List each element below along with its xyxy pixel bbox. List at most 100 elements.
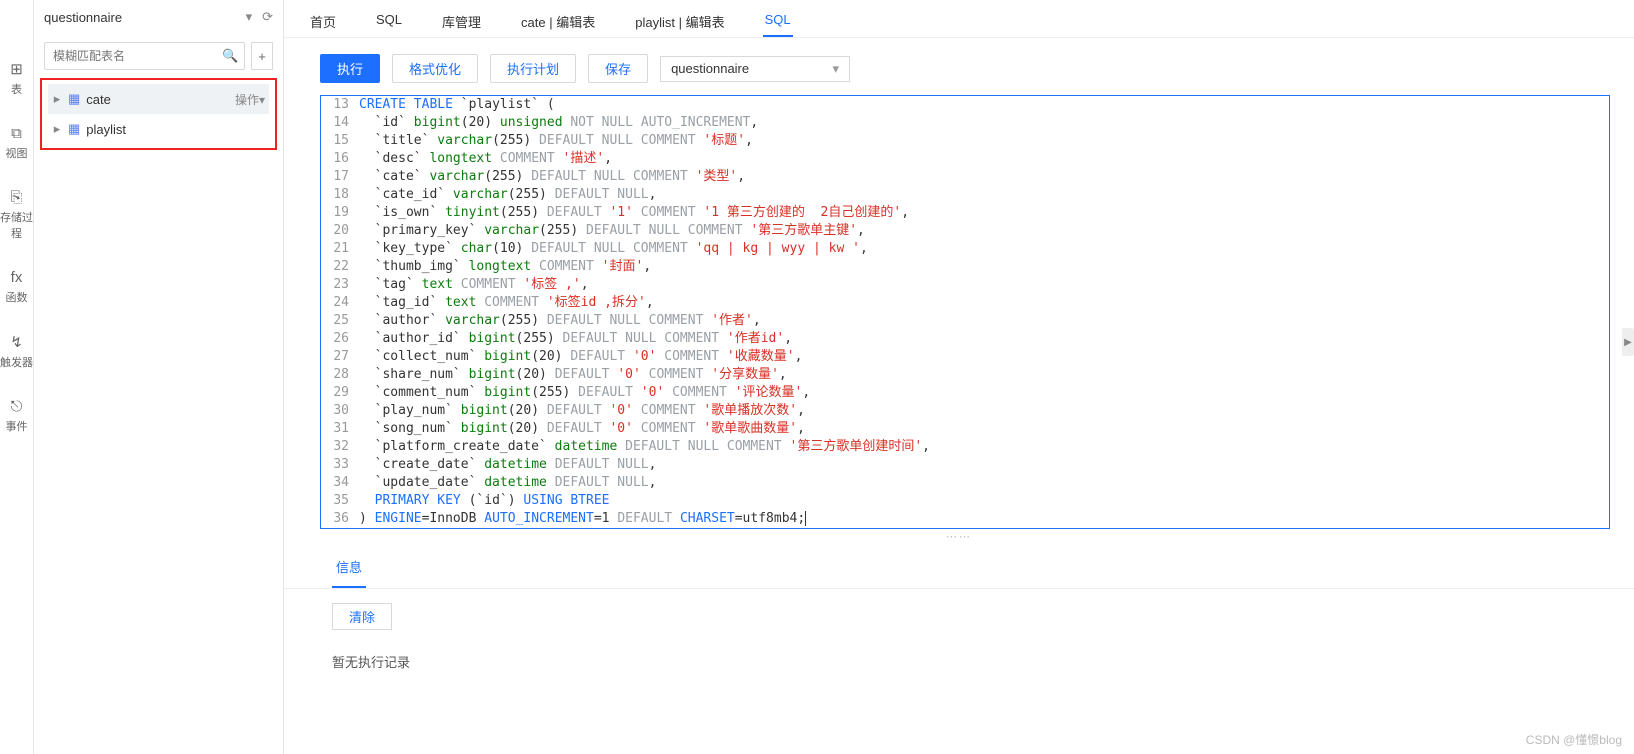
line-number: 36 bbox=[321, 510, 359, 528]
tab-5[interactable]: SQL bbox=[763, 8, 793, 37]
tree-row-label: cate bbox=[86, 92, 111, 107]
line-number: 17 bbox=[321, 168, 359, 186]
tab-0[interactable]: 首页 bbox=[308, 8, 338, 37]
format-button[interactable]: 格式优化 bbox=[392, 54, 478, 83]
line-number: 15 bbox=[321, 132, 359, 150]
code-line[interactable]: `desc` longtext COMMENT '描述', bbox=[359, 150, 612, 168]
code-line[interactable]: `title` varchar(255) DEFAULT NULL COMMEN… bbox=[359, 132, 753, 150]
rail-item-3[interactable]: fx 函数 bbox=[6, 269, 28, 305]
line-number: 29 bbox=[321, 384, 359, 402]
chevron-down-icon: ▾ bbox=[833, 61, 840, 77]
table-icon: ▦ bbox=[68, 121, 80, 137]
line-number: 28 bbox=[321, 366, 359, 384]
code-line[interactable]: `author` varchar(255) DEFAULT NULL COMME… bbox=[359, 312, 761, 330]
dropdown-icon[interactable]: ▾ bbox=[246, 9, 253, 25]
code-line[interactable]: `is_own` tinyint(255) DEFAULT '1' COMMEN… bbox=[359, 204, 909, 222]
left-rail: ⊞表 ⧉视图 ⎘ 存储过程 fx 函数 ↯触发器 ⎋事件 bbox=[0, 0, 34, 754]
resize-handle[interactable]: ⋯⋯ bbox=[284, 529, 1634, 543]
chevron-right-icon: ▸ bbox=[52, 91, 62, 107]
sql-editor[interactable]: 13CREATE TABLE `playlist` (14 `id` bigin… bbox=[320, 95, 1610, 529]
rail-label: 函数 bbox=[6, 289, 28, 305]
rail-icon: fx bbox=[11, 269, 23, 286]
code-line[interactable]: `song_num` bigint(20) DEFAULT '0' COMMEN… bbox=[359, 420, 805, 438]
rail-icon: ⎘ bbox=[10, 189, 22, 206]
rail-label: 表 bbox=[11, 81, 22, 97]
tab-3[interactable]: cate | 编辑表 bbox=[519, 8, 597, 37]
database-select-value: questionnaire bbox=[671, 61, 749, 76]
search-input[interactable] bbox=[45, 49, 216, 63]
line-number: 25 bbox=[321, 312, 359, 330]
line-number: 14 bbox=[321, 114, 359, 132]
rail-label: 事件 bbox=[6, 418, 28, 434]
code-line[interactable]: `play_num` bigint(20) DEFAULT '0' COMMEN… bbox=[359, 402, 805, 420]
result-tabs: 信息 bbox=[284, 543, 1634, 589]
code-line[interactable]: `author_id` bigint(255) DEFAULT NULL COM… bbox=[359, 330, 792, 348]
code-line[interactable]: `share_num` bigint(20) DEFAULT '0' COMME… bbox=[359, 366, 787, 384]
explain-button[interactable]: 执行计划 bbox=[490, 54, 576, 83]
code-line[interactable]: PRIMARY KEY (`id`) USING BTREE bbox=[359, 492, 610, 510]
code-line[interactable]: `platform_create_date` datetime DEFAULT … bbox=[359, 438, 930, 456]
line-number: 22 bbox=[321, 258, 359, 276]
line-number: 27 bbox=[321, 348, 359, 366]
code-line[interactable]: `tag` text COMMENT '标签 ,', bbox=[359, 276, 589, 294]
line-number: 33 bbox=[321, 456, 359, 474]
refresh-icon[interactable]: ⟳ bbox=[262, 9, 273, 25]
search-icon[interactable]: 🔍 bbox=[216, 48, 244, 64]
toolbar: 执行 格式优化 执行计划 保存 questionnaire ▾ bbox=[284, 38, 1634, 95]
line-number: 31 bbox=[321, 420, 359, 438]
tab-4[interactable]: playlist | 编辑表 bbox=[633, 8, 726, 37]
sidebar-header: questionnaire ▾ ⟳ bbox=[34, 0, 283, 34]
rail-item-4[interactable]: ↯触发器 bbox=[0, 333, 33, 370]
code-line[interactable]: `tag_id` text COMMENT '标签id ,拆分', bbox=[359, 294, 654, 312]
line-number: 30 bbox=[321, 402, 359, 420]
code-line[interactable]: `key_type` char(10) DEFAULT NULL COMMENT… bbox=[359, 240, 868, 258]
tree-row-label: playlist bbox=[86, 122, 126, 137]
rail-item-1[interactable]: ⧉视图 bbox=[6, 125, 28, 161]
line-number: 32 bbox=[321, 438, 359, 456]
database-select[interactable]: questionnaire ▾ bbox=[660, 56, 850, 82]
line-number: 18 bbox=[321, 186, 359, 204]
add-table-button[interactable]: + bbox=[251, 42, 273, 70]
code-line[interactable]: `create_date` datetime DEFAULT NULL, bbox=[359, 456, 656, 474]
rail-label: 存储过程 bbox=[0, 209, 33, 241]
rail-item-5[interactable]: ⎋事件 bbox=[6, 398, 28, 434]
tree-row-playlist[interactable]: ▸ ▦ playlist bbox=[48, 114, 269, 144]
code-line[interactable]: `id` bigint(20) unsigned NOT NULL AUTO_I… bbox=[359, 114, 758, 132]
run-button[interactable]: 执行 bbox=[320, 54, 380, 83]
tab-2[interactable]: 库管理 bbox=[440, 8, 483, 37]
code-line[interactable]: ) ENGINE=InnoDB AUTO_INCREMENT=1 DEFAULT… bbox=[359, 510, 806, 528]
empty-state: 暂无执行记录 bbox=[332, 652, 1594, 671]
tree-row-cate[interactable]: ▸ ▦ cate 操作▾ bbox=[48, 84, 269, 114]
rail-item-2[interactable]: ⎘ 存储过程 bbox=[0, 189, 33, 241]
tree-op-label[interactable]: 操作▾ bbox=[235, 91, 265, 108]
sidebar-search: 🔍 bbox=[44, 42, 245, 70]
code-line[interactable]: `update_date` datetime DEFAULT NULL, bbox=[359, 474, 656, 492]
tab-1[interactable]: SQL bbox=[374, 8, 404, 37]
scroll-right-button[interactable]: ▶ bbox=[1622, 328, 1634, 356]
line-number: 34 bbox=[321, 474, 359, 492]
line-number: 21 bbox=[321, 240, 359, 258]
result-tab-info[interactable]: 信息 bbox=[332, 553, 366, 588]
code-line[interactable]: `comment_num` bigint(255) DEFAULT '0' CO… bbox=[359, 384, 810, 402]
line-number: 19 bbox=[321, 204, 359, 222]
table-icon: ▦ bbox=[68, 91, 80, 107]
code-line[interactable]: CREATE TABLE `playlist` ( bbox=[359, 96, 555, 114]
code-line[interactable]: `cate_id` varchar(255) DEFAULT NULL, bbox=[359, 186, 656, 204]
save-button[interactable]: 保存 bbox=[588, 54, 648, 83]
line-number: 26 bbox=[321, 330, 359, 348]
code-line[interactable]: `primary_key` varchar(255) DEFAULT NULL … bbox=[359, 222, 865, 240]
line-number: 23 bbox=[321, 276, 359, 294]
line-number: 20 bbox=[321, 222, 359, 240]
sidebar-title: questionnaire bbox=[44, 10, 122, 25]
line-number: 13 bbox=[321, 96, 359, 114]
rail-item-0[interactable]: ⊞表 bbox=[10, 60, 23, 97]
code-line[interactable]: `cate` varchar(255) DEFAULT NULL COMMENT… bbox=[359, 168, 745, 186]
line-number: 24 bbox=[321, 294, 359, 312]
chevron-right-icon: ▸ bbox=[52, 121, 62, 137]
rail-label: 视图 bbox=[6, 145, 28, 161]
line-number: 35 bbox=[321, 492, 359, 510]
code-line[interactable]: `thumb_img` longtext COMMENT '封面', bbox=[359, 258, 651, 276]
clear-button[interactable]: 清除 bbox=[332, 603, 392, 630]
watermark: CSDN @懂憬blog bbox=[1526, 731, 1622, 748]
code-line[interactable]: `collect_num` bigint(20) DEFAULT '0' COM… bbox=[359, 348, 802, 366]
